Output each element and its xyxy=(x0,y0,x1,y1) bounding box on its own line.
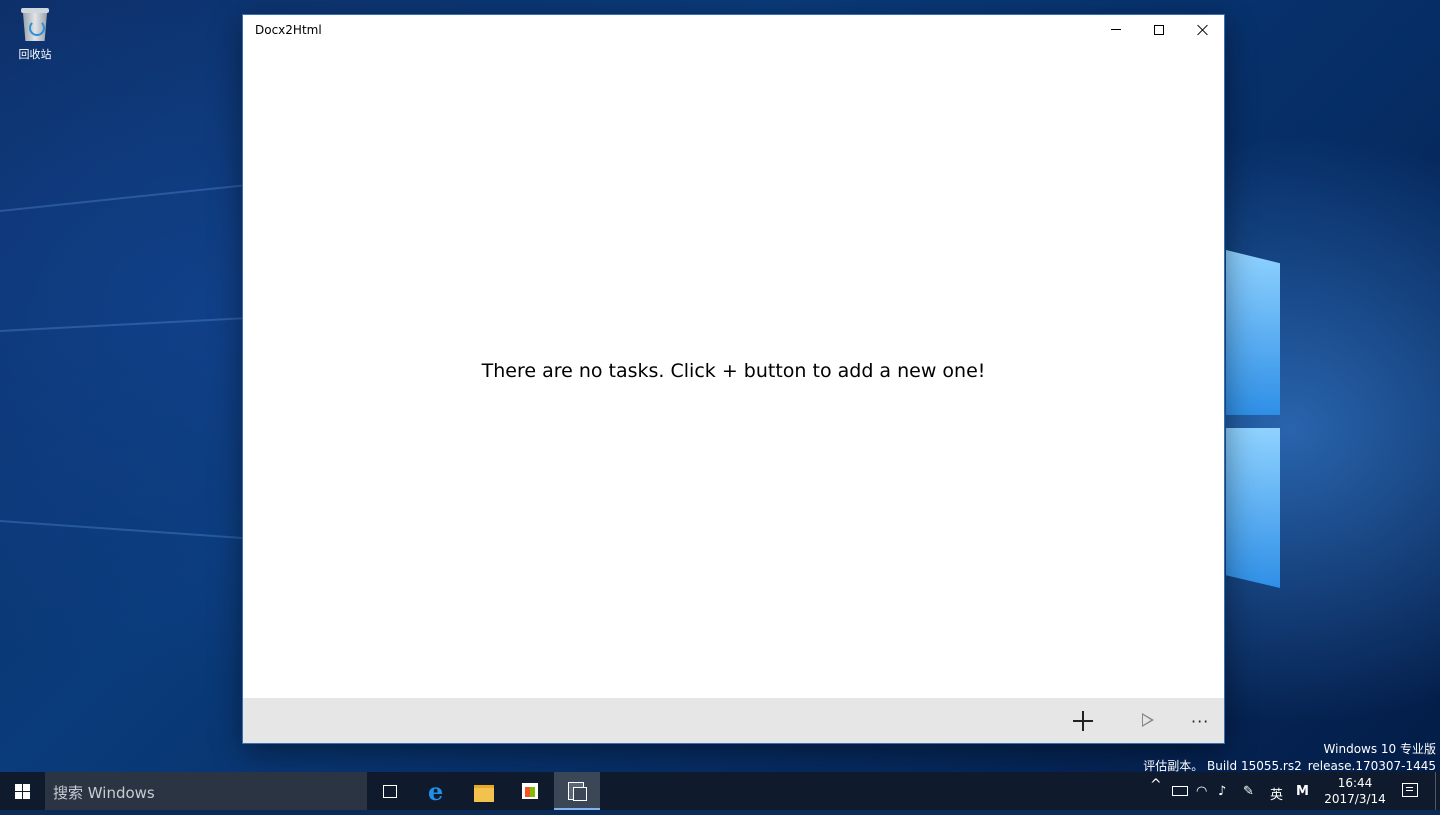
clock-time: 16:44 xyxy=(1337,776,1373,790)
maximize-button[interactable] xyxy=(1137,15,1181,45)
recycle-bin-label: 回收站 xyxy=(18,48,52,61)
add-task-button[interactable] xyxy=(1061,698,1105,743)
store-button[interactable] xyxy=(507,772,553,810)
task-view-button[interactable] xyxy=(367,772,413,810)
search-placeholder: 搜索 Windows xyxy=(53,784,155,802)
edition-watermark: Windows 10 专业版 xyxy=(1323,742,1436,756)
store-icon xyxy=(522,783,538,799)
app-window: Docx2Html There are no tasks. Click + bu… xyxy=(243,15,1224,743)
clock[interactable]: 16:44 2017/3/14 xyxy=(1318,775,1392,807)
run-button[interactable] xyxy=(1125,698,1169,743)
file-explorer-button[interactable] xyxy=(460,772,506,810)
start-button[interactable] xyxy=(0,772,45,810)
title-bar[interactable]: Docx2Html xyxy=(243,15,1224,45)
pen-icon[interactable]: ✎ xyxy=(1243,784,1254,799)
edge-icon: e xyxy=(428,777,444,806)
window-title: Docx2Html xyxy=(255,23,322,37)
edge-button[interactable]: e xyxy=(414,772,460,810)
docx2html-app-icon xyxy=(568,782,587,801)
ime-language[interactable]: 英 xyxy=(1270,784,1283,803)
ime-mode[interactable]: M xyxy=(1296,784,1309,799)
more-icon: ··· xyxy=(1191,712,1210,731)
file-explorer-icon xyxy=(474,785,494,802)
empty-state-message: There are no tasks. Click + button to ad… xyxy=(481,360,986,382)
minimize-button[interactable] xyxy=(1094,15,1138,45)
close-button[interactable] xyxy=(1180,15,1224,45)
docx2html-taskbar-button[interactable] xyxy=(554,772,600,810)
windows-logo-icon xyxy=(15,784,30,799)
play-icon xyxy=(1142,713,1154,727)
maximize-icon xyxy=(1154,25,1164,35)
close-icon xyxy=(1197,24,1209,36)
show-desktop-button[interactable] xyxy=(1435,772,1436,810)
action-center-icon[interactable] xyxy=(1402,783,1418,797)
task-view-icon xyxy=(383,785,397,798)
clock-date: 2017/3/14 xyxy=(1324,792,1386,806)
battery-icon[interactable] xyxy=(1172,786,1188,796)
minimize-icon xyxy=(1111,29,1121,30)
command-bar: ··· xyxy=(243,698,1224,743)
network-icon[interactable]: ◠ xyxy=(1196,784,1207,799)
show-hidden-icons-chevron[interactable]: ^ xyxy=(1150,777,1162,815)
search-box[interactable]: 搜索 Windows xyxy=(45,772,367,810)
recycle-bin[interactable]: 回收站 xyxy=(12,6,58,62)
more-button[interactable]: ··· xyxy=(1179,698,1223,743)
volume-icon[interactable]: ♪ xyxy=(1218,784,1226,799)
recycle-bin-icon xyxy=(19,6,51,42)
